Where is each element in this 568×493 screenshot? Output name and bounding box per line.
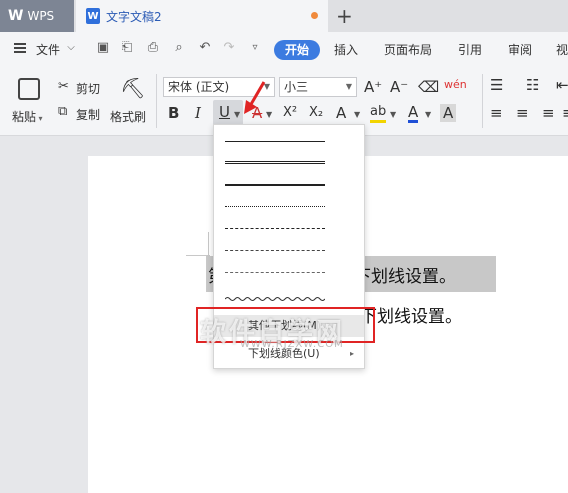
- text-effect-button[interactable]: A: [336, 104, 346, 122]
- paste-icon[interactable]: [18, 78, 40, 100]
- subscript-button[interactable]: X₂: [309, 104, 323, 122]
- hamburger-icon[interactable]: [14, 43, 26, 53]
- chevron-down-icon: ▼: [345, 82, 352, 91]
- tab-reference[interactable]: 引用: [458, 41, 482, 58]
- tab-wps-home[interactable]: W WPS: [0, 0, 74, 32]
- paste-button[interactable]: 粘贴 ▾: [12, 108, 43, 125]
- tab-page-layout[interactable]: 页面布局: [384, 41, 432, 58]
- wps-logo-icon: W: [8, 8, 24, 24]
- tab-bar: W WPS W 文字文稿2 +: [0, 0, 568, 32]
- save-icon[interactable]: ▣: [96, 41, 110, 55]
- body-text-line[interactable]: 下划线设置。: [360, 302, 462, 327]
- tab-start[interactable]: 开始: [274, 40, 320, 60]
- grow-font-button[interactable]: A⁺: [364, 78, 382, 96]
- wave-line-icon: [224, 297, 326, 301]
- indent-icon[interactable]: ⇤: [556, 76, 568, 94]
- print-preview-icon[interactable]: ⌕: [172, 41, 186, 55]
- tab-document-label: 文字文稿2: [106, 9, 162, 24]
- font-size-value: 小三: [284, 80, 309, 94]
- new-tab-button[interactable]: +: [336, 4, 353, 28]
- document-icon: W: [86, 8, 100, 24]
- format-painter-icon[interactable]: ⛏: [120, 76, 145, 100]
- italic-button[interactable]: I: [195, 104, 201, 122]
- char-shading-button[interactable]: A: [440, 104, 457, 122]
- tab-insert[interactable]: 插入: [334, 41, 358, 58]
- paste-label: 粘贴: [12, 110, 37, 124]
- font-color-chevron-icon[interactable]: ▼: [425, 106, 431, 124]
- clear-format-icon[interactable]: ⌫: [418, 78, 439, 96]
- underline-button[interactable]: U: [219, 103, 230, 121]
- underline-style-wave[interactable]: [224, 291, 326, 301]
- tab-wps-label: WPS: [27, 9, 55, 23]
- tab-view[interactable]: 视: [556, 41, 568, 58]
- watermark-url: WWW.RJZXW.COM: [240, 339, 344, 350]
- copy-button[interactable]: 复制: [76, 106, 100, 123]
- menu-file[interactable]: 文件: [36, 41, 60, 58]
- font-size-select[interactable]: 小三 ▼: [279, 77, 357, 97]
- scissors-icon[interactable]: ✂: [58, 79, 69, 94]
- highlight-chevron-icon[interactable]: ▼: [390, 106, 396, 124]
- unsaved-dot-icon: [311, 12, 318, 19]
- bold-button[interactable]: B: [168, 104, 179, 122]
- superscript-button[interactable]: X²: [283, 104, 297, 122]
- tab-document[interactable]: W 文字文稿2: [76, 0, 328, 32]
- align-right-icon[interactable]: ≡: [542, 104, 555, 122]
- annotation-arrow-icon: [244, 81, 266, 114]
- ribbon-divider: [482, 74, 483, 128]
- margin-corner-mark: [208, 232, 209, 256]
- numbered-list-icon[interactable]: ☷: [526, 76, 539, 94]
- align-center-icon[interactable]: ≡: [516, 104, 529, 122]
- chevron-down-icon[interactable]: ⌵: [64, 41, 78, 55]
- line1-text: 下划线设置。: [354, 267, 456, 287]
- menu-row: 文件 ⌵ ▣ ⎗ ⎙ ⌕ ↶ ↷ ▿ 开始 插入 页面布局 引用 审阅 视: [0, 32, 568, 66]
- font-color-button[interactable]: A: [408, 104, 419, 123]
- chevron-right-icon: ▸: [349, 349, 354, 358]
- undo-icon[interactable]: ↶: [198, 41, 212, 55]
- tab-review[interactable]: 审阅: [508, 41, 532, 58]
- highlight-button[interactable]: ab: [370, 104, 387, 123]
- underline-style-dash-dot[interactable]: [225, 250, 325, 251]
- underline-style-dashed[interactable]: [225, 228, 325, 229]
- underline-style-thick[interactable]: [225, 184, 325, 186]
- bullet-list-icon[interactable]: ☰: [490, 76, 503, 94]
- underline-style-single[interactable]: [225, 141, 325, 142]
- export-icon[interactable]: ⎗: [120, 41, 134, 55]
- copy-icon[interactable]: ⧉: [58, 104, 67, 119]
- underline-style-dotted[interactable]: [225, 206, 325, 207]
- underline-style-dash-dot-dot[interactable]: [225, 272, 325, 273]
- justify-icon[interactable]: ≡: [562, 104, 568, 122]
- format-painter-button[interactable]: 格式刷: [110, 108, 146, 125]
- ribbon-divider: [156, 74, 157, 128]
- print-icon[interactable]: ⎙: [146, 41, 160, 55]
- underline-style-double[interactable]: [225, 161, 325, 165]
- text-effect-chevron-icon[interactable]: ▼: [354, 106, 360, 124]
- cut-button[interactable]: 剪切: [76, 80, 100, 97]
- pinyin-button[interactable]: wén: [444, 76, 467, 94]
- align-left-icon[interactable]: ≡: [490, 104, 503, 122]
- customize-icon[interactable]: ▿: [248, 41, 262, 55]
- font-name-value: 宋体 (正文): [168, 80, 230, 94]
- redo-icon[interactable]: ↷: [222, 41, 236, 55]
- shrink-font-button[interactable]: A⁻: [390, 78, 408, 96]
